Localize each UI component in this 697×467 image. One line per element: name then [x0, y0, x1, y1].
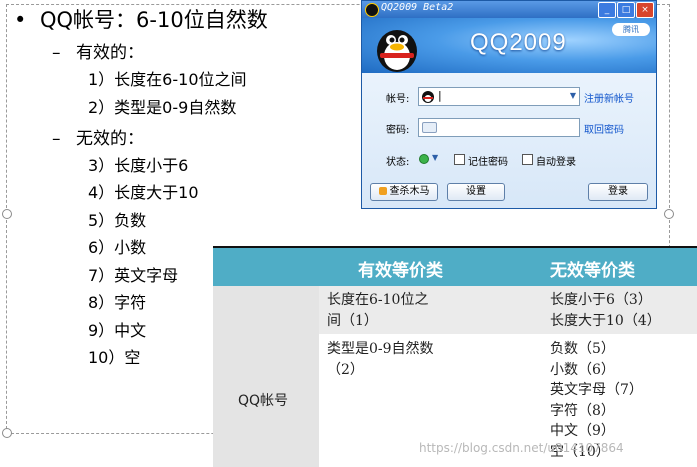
auto-login-label: 自动登录	[536, 157, 576, 168]
invalid-heading: – 无效的：	[52, 129, 144, 149]
tencent-badge: 腾讯	[612, 23, 650, 36]
list-item: 4）长度大于10	[88, 183, 199, 202]
remember-password-checkbox[interactable]	[454, 154, 465, 165]
password-label: 密码:	[386, 125, 410, 136]
auto-login-checkbox[interactable]	[522, 154, 533, 165]
list-item: 8）字符	[88, 293, 147, 312]
table-header: 有效等价类 无效等价类	[213, 248, 697, 286]
list-item: 7）英文字母	[88, 266, 179, 285]
window-title: QQ2009 Beta2	[381, 2, 454, 13]
list-item: 6）小数	[88, 238, 147, 257]
window-titlebar: QQ2009 Beta2 _ □ ×	[362, 1, 656, 18]
close-button[interactable]: ×	[636, 2, 654, 18]
watermark: https://blog.csdn.net/u014107864	[419, 441, 624, 455]
list-item: 2）类型是0-9自然数	[88, 98, 237, 117]
status-dropdown-icon[interactable]: ▼	[432, 153, 438, 162]
antivirus-button[interactable]: 查杀木马	[370, 183, 438, 201]
settings-button[interactable]: 设置	[447, 183, 505, 201]
qq-login-window: QQ2009 Beta2 _ □ × QQ2009 腾讯 帐号: | ▼ 注册新…	[361, 0, 657, 209]
list-item: 5）负数	[88, 211, 147, 230]
list-item: 1）长度在6-10位之间	[88, 70, 247, 89]
table-cell: 类型是0-9自然数 （2）	[327, 341, 434, 378]
penguin-icon	[422, 91, 434, 103]
list-item: 10）空	[88, 348, 141, 367]
equivalence-table: 有效等价类 无效等价类 QQ帐号 长度在6-10位之 间（1） 长度小于6（3）…	[213, 246, 697, 467]
qq2009-logo: QQ2009	[470, 29, 567, 56]
slide-title: • QQ帐号：6-10位自然数	[14, 8, 268, 32]
invalid-class-header: 无效等价类	[550, 261, 635, 281]
keyboard-icon[interactable]	[422, 122, 437, 133]
online-status-icon[interactable]	[419, 154, 429, 164]
table-cell: 长度小于6（3） 长度大于10（4）	[550, 292, 661, 329]
status-label: 状态:	[386, 157, 410, 168]
resize-handle[interactable]	[2, 428, 12, 438]
row-label: QQ帐号	[238, 393, 289, 409]
qq-penguin-icon	[365, 3, 379, 17]
password-input[interactable]	[418, 118, 580, 137]
register-link[interactable]: 注册新帐号	[584, 90, 634, 105]
penguin-mascot-icon	[377, 30, 417, 72]
recover-password-link[interactable]: 取回密码	[584, 121, 624, 136]
resize-handle[interactable]	[2, 209, 12, 219]
list-item: 3）长度小于6	[88, 156, 189, 175]
resize-handle[interactable]	[664, 209, 674, 219]
login-form: 帐号: | ▼ 注册新帐号 密码: 取回密码 状态: ▼ 记住密码 自动登录 查…	[362, 73, 656, 208]
valid-class-header: 有效等价类	[358, 261, 443, 281]
remember-password-label: 记住密码	[468, 157, 508, 168]
table-cell: 长度在6-10位之 间（1）	[327, 292, 429, 329]
maximize-button[interactable]: □	[617, 2, 635, 18]
login-button[interactable]: 登录	[588, 183, 648, 201]
account-input[interactable]: | ▼	[418, 87, 580, 106]
shield-icon	[378, 187, 387, 195]
qq-banner: QQ2009 腾讯	[362, 18, 656, 73]
bullet-icon: •	[14, 8, 27, 32]
minimize-button[interactable]: _	[598, 2, 616, 18]
list-item: 9）中文	[88, 321, 147, 340]
account-label: 帐号:	[386, 94, 410, 105]
row-header: QQ帐号	[213, 286, 319, 467]
valid-heading: – 有效的：	[52, 43, 144, 63]
dropdown-arrow-icon[interactable]: ▼	[570, 91, 576, 100]
